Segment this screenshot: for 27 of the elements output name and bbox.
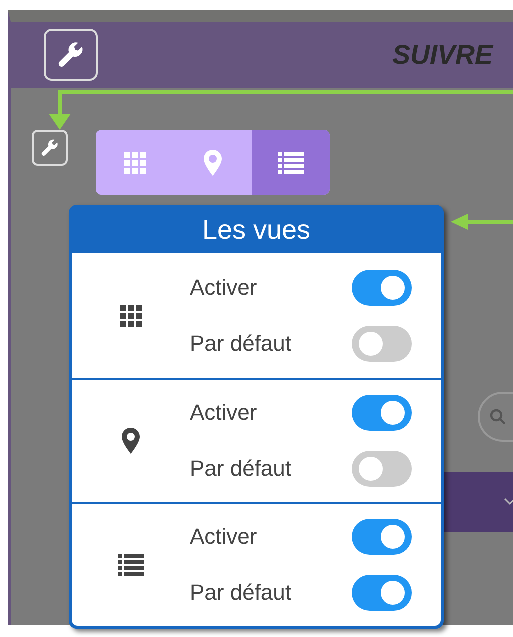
page-title: SUIVRE	[392, 40, 493, 70]
option-label: Par défaut	[190, 456, 292, 482]
toggle-switch[interactable]	[352, 270, 412, 306]
option-label: Activer	[190, 524, 258, 550]
option-label: Activer	[190, 400, 258, 426]
toggle-switch[interactable]	[352, 451, 412, 487]
toggle-switch[interactable]	[352, 519, 412, 555]
list-icon	[278, 152, 304, 174]
grid-icon	[124, 152, 146, 174]
wrench-icon	[40, 138, 60, 158]
popup-title: Les vues	[201, 214, 312, 247]
grid-icon	[120, 304, 142, 326]
toggle-switch[interactable]	[352, 575, 412, 611]
list-icon	[118, 554, 144, 576]
settings-button[interactable]	[44, 29, 98, 81]
pin-icon	[204, 150, 222, 176]
chevron-down-icon[interactable]	[504, 498, 513, 506]
annotation-arrow	[451, 214, 513, 230]
option-label: Activer	[190, 274, 258, 300]
search-icon	[490, 409, 506, 425]
settings-button[interactable]	[32, 130, 68, 166]
view-tab[interactable]	[252, 130, 330, 195]
toggle-switch[interactable]	[352, 395, 412, 431]
pin-icon	[122, 428, 140, 454]
option-label: Par défaut	[190, 580, 292, 606]
option-label: Par défaut	[190, 330, 292, 356]
toggle-switch[interactable]	[352, 326, 412, 362]
